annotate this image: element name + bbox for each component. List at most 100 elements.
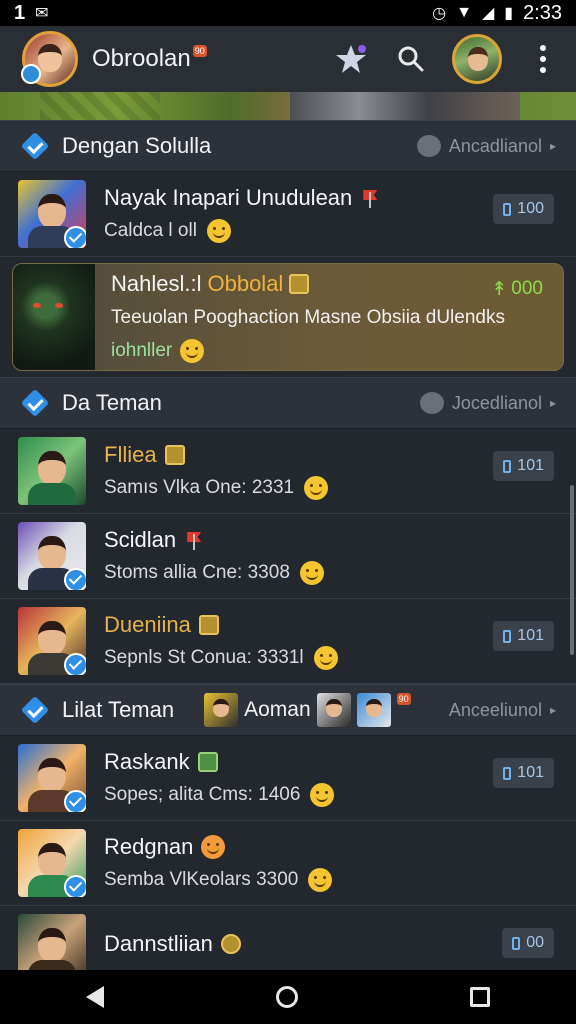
chat-name: Scidlan bbox=[104, 527, 324, 553]
more-options-button[interactable] bbox=[524, 40, 562, 78]
search-icon bbox=[398, 46, 424, 72]
unread-count: 101 bbox=[517, 764, 544, 781]
avatar-face bbox=[365, 699, 382, 717]
battery-small-icon bbox=[512, 936, 521, 950]
featured-title: Nahlesl.:l Obbolal bbox=[111, 271, 505, 297]
chat-name-text: Raskank bbox=[104, 749, 190, 774]
star-badge-icon bbox=[220, 934, 241, 954]
verified-badge-icon bbox=[64, 653, 86, 675]
verified-badge-icon bbox=[64, 226, 86, 248]
section-header-da-teman[interactable]: Da Teman Jocedlianol ▸ bbox=[0, 377, 576, 429]
chat-subtitle-text: Stoms allia Cne: 3308 bbox=[104, 562, 290, 583]
avatar-face bbox=[38, 44, 62, 72]
chat-subtitle: Samıs Vlka One: 2331 bbox=[104, 476, 329, 500]
chevron-right-icon: ▸ bbox=[549, 139, 556, 153]
section-action-label: Ancadlianol bbox=[448, 135, 542, 156]
dot-icon bbox=[540, 67, 546, 73]
avatar-face bbox=[38, 843, 66, 877]
battery-small-icon bbox=[503, 629, 512, 643]
chat-avatar bbox=[18, 914, 86, 970]
chat-subtitle-text: Caldca l oll bbox=[104, 220, 197, 241]
chat-list[interactable]: Dengan Solulla Ancadlianol ▸ Nayak Inapa… bbox=[0, 120, 576, 970]
notification-icon: ✉ bbox=[35, 5, 49, 22]
chat-name: Dueniina bbox=[104, 612, 338, 638]
user-avatar[interactable] bbox=[21, 31, 78, 87]
section-action-label: Anceeliunol bbox=[448, 699, 542, 720]
battery-small-icon bbox=[503, 766, 512, 780]
section-action-label: Jocedlianol bbox=[451, 392, 542, 413]
alarm-icon: ◷ bbox=[432, 5, 447, 22]
unread-count: 101 bbox=[517, 627, 544, 644]
search-button[interactable] bbox=[392, 40, 430, 78]
section-member-badge: 90 bbox=[396, 693, 411, 705]
dot-icon bbox=[540, 56, 546, 62]
section-header-lilat-teman[interactable]: Lilat Teman Aoman 90 Anceeliunol ▸ bbox=[0, 684, 576, 736]
chat-avatar bbox=[18, 607, 86, 675]
member-avatar bbox=[316, 693, 351, 727]
recent-apps-icon[interactable] bbox=[470, 987, 490, 1007]
chat-bubble-icon bbox=[416, 135, 441, 157]
smile-emoji-icon bbox=[308, 868, 333, 892]
chat-row[interactable]: Redgnan Semba VlKeolars 3300 bbox=[0, 821, 576, 906]
chat-row[interactable]: Dueniina Sepnls St Conua: 3331l 101 bbox=[0, 599, 576, 684]
avatar-body bbox=[28, 960, 76, 970]
chat-subtitle: Stoms allia Cne: 3308 bbox=[104, 561, 324, 585]
dot-icon bbox=[540, 45, 546, 51]
featured-title-prefix: Nahlesl.:l bbox=[111, 271, 202, 296]
chevron-right-icon: ▸ bbox=[549, 703, 556, 717]
avatar-face bbox=[38, 928, 66, 962]
chat-subtitle: Caldca l oll bbox=[104, 219, 380, 243]
battery-small-icon bbox=[503, 459, 512, 473]
chat-row[interactable]: Flliea Samıs Vlka One: 2331 101 bbox=[0, 429, 576, 514]
unread-count: 00 bbox=[526, 934, 544, 951]
chat-name: Dannstliian bbox=[104, 931, 241, 957]
flag-icon bbox=[184, 530, 204, 550]
section-action[interactable]: Ancadlianol ▸ bbox=[416, 135, 556, 157]
unread-count-badge: 00 bbox=[502, 928, 554, 958]
avatar-face bbox=[38, 194, 66, 228]
chat-subtitle-text: Sopes; alita Cms: 1406 bbox=[104, 784, 301, 805]
gift-box-icon bbox=[164, 445, 185, 465]
chat-name: Raskank bbox=[104, 749, 334, 775]
verified-badge-icon bbox=[64, 875, 86, 897]
chat-name-text: Dueniina bbox=[104, 612, 191, 637]
game-banner[interactable] bbox=[0, 92, 576, 120]
section-action[interactable]: Anceeliunol ▸ bbox=[449, 700, 556, 721]
chat-row[interactable]: Dannstliian 00 bbox=[0, 906, 576, 970]
verified-check-icon bbox=[20, 131, 50, 161]
gift-box-icon bbox=[197, 752, 218, 772]
star-icon bbox=[336, 45, 366, 73]
avatar-status-badge bbox=[21, 64, 41, 84]
back-icon[interactable] bbox=[86, 986, 104, 1008]
verified-badge-icon bbox=[64, 568, 86, 590]
scrollbar[interactable] bbox=[570, 485, 574, 655]
section-header-dengan-solulla[interactable]: Dengan Solulla Ancadlianol ▸ bbox=[0, 120, 576, 172]
verified-check-icon bbox=[20, 388, 50, 418]
battery-icon: ▮ bbox=[504, 5, 514, 22]
section-action[interactable]: Jocedlianol ▸ bbox=[419, 392, 556, 414]
chat-name-text: Scidlan bbox=[104, 527, 177, 552]
chat-subtitle-text: Sepnls St Conua: 3331l bbox=[104, 647, 304, 668]
chat-row[interactable]: Scidlan Stoms allia Cne: 3308 bbox=[0, 514, 576, 599]
unread-count-badge: 101 bbox=[493, 621, 554, 651]
member-avatar bbox=[356, 693, 391, 727]
home-icon[interactable] bbox=[276, 986, 298, 1008]
chat-avatar bbox=[18, 180, 86, 248]
featured-chat-card[interactable]: Nahlesl.:l Obbolal Teeuolan Pooghaction … bbox=[12, 263, 564, 371]
avatar-face bbox=[213, 699, 230, 717]
chat-name-text: Dannstliian bbox=[104, 931, 213, 956]
avatar-body bbox=[28, 483, 76, 505]
profile-avatar-button[interactable] bbox=[452, 34, 502, 84]
flag-icon bbox=[360, 188, 380, 208]
chat-subtitle: Semba VlKeolars 3300 bbox=[104, 868, 333, 892]
featured-count: ↟ 000 bbox=[491, 278, 543, 301]
unread-count-badge: 101 bbox=[493, 451, 554, 481]
favorites-star-button[interactable] bbox=[332, 40, 370, 78]
smile-emoji-icon bbox=[313, 646, 338, 670]
featured-line2-text: iohnller bbox=[111, 340, 173, 361]
verified-check-icon bbox=[20, 695, 50, 725]
chat-row[interactable]: Raskank Sopes; alita Cms: 1406 101 bbox=[0, 736, 576, 821]
chat-row[interactable]: Nayak Inapari Unudulean Caldca l oll 100 bbox=[0, 172, 576, 257]
section-member-avatars[interactable]: Aoman 90 bbox=[204, 693, 411, 727]
unread-count-badge: 100 bbox=[493, 194, 554, 224]
